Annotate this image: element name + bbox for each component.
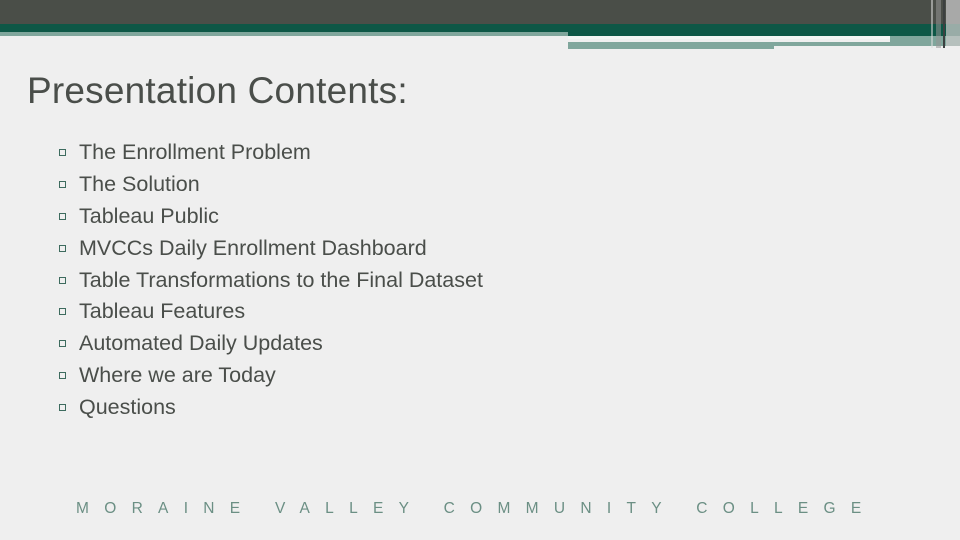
square-bullet-icon bbox=[59, 308, 66, 316]
list-item: The Solution bbox=[58, 169, 483, 201]
square-bullet-icon bbox=[59, 403, 66, 411]
header-band-dark bbox=[0, 0, 960, 24]
list-item-label: MVCCs Daily Enrollment Dashboard bbox=[79, 235, 427, 260]
square-bullet-icon bbox=[59, 212, 66, 220]
decorative-stripe bbox=[946, 0, 960, 46]
header-accent-strip bbox=[774, 42, 890, 46]
list-item: Questions bbox=[58, 391, 483, 423]
header-accent-strip bbox=[568, 42, 774, 49]
list-item-label: Tableau Public bbox=[79, 203, 219, 228]
square-bullet-icon bbox=[59, 181, 66, 189]
list-item-label: The Solution bbox=[79, 172, 200, 197]
square-bullet-icon bbox=[59, 149, 66, 157]
list-item-label: The Enrollment Problem bbox=[79, 140, 311, 165]
list-item: MVCCs Daily Enrollment Dashboard bbox=[58, 232, 483, 264]
slide: Presentation Contents: The Enrollment Pr… bbox=[0, 0, 960, 540]
decorative-stripe bbox=[943, 0, 945, 48]
list-item-label: Where we are Today bbox=[79, 362, 276, 387]
header-accent-highlight bbox=[568, 36, 890, 39]
square-bullet-icon bbox=[59, 276, 66, 284]
list-item-label: Automated Daily Updates bbox=[79, 331, 323, 356]
list-item: Tableau Features bbox=[58, 296, 483, 328]
list-item-label: Tableau Features bbox=[79, 299, 246, 324]
square-bullet-icon bbox=[59, 244, 66, 252]
list-item: Where we are Today bbox=[58, 360, 483, 392]
list-item: Automated Daily Updates bbox=[58, 328, 483, 360]
square-bullet-icon bbox=[59, 340, 66, 348]
header-accent-strip bbox=[0, 32, 568, 36]
contents-list: The Enrollment Problem The Solution Tabl… bbox=[58, 137, 483, 423]
list-item: Tableau Public bbox=[58, 201, 483, 233]
decorative-stripe bbox=[931, 0, 933, 48]
list-item-label: Questions bbox=[79, 394, 176, 419]
footer-college-name: MORAINE VALLEY COMMUNITY COLLEGE bbox=[76, 500, 877, 517]
square-bullet-icon bbox=[59, 371, 66, 379]
decorative-stripe bbox=[936, 0, 941, 48]
slide-title: Presentation Contents: bbox=[27, 70, 408, 111]
list-item-label: Table Transformations to the Final Datas… bbox=[79, 267, 483, 292]
list-item: The Enrollment Problem bbox=[58, 137, 483, 169]
list-item: Table Transformations to the Final Datas… bbox=[58, 264, 483, 296]
